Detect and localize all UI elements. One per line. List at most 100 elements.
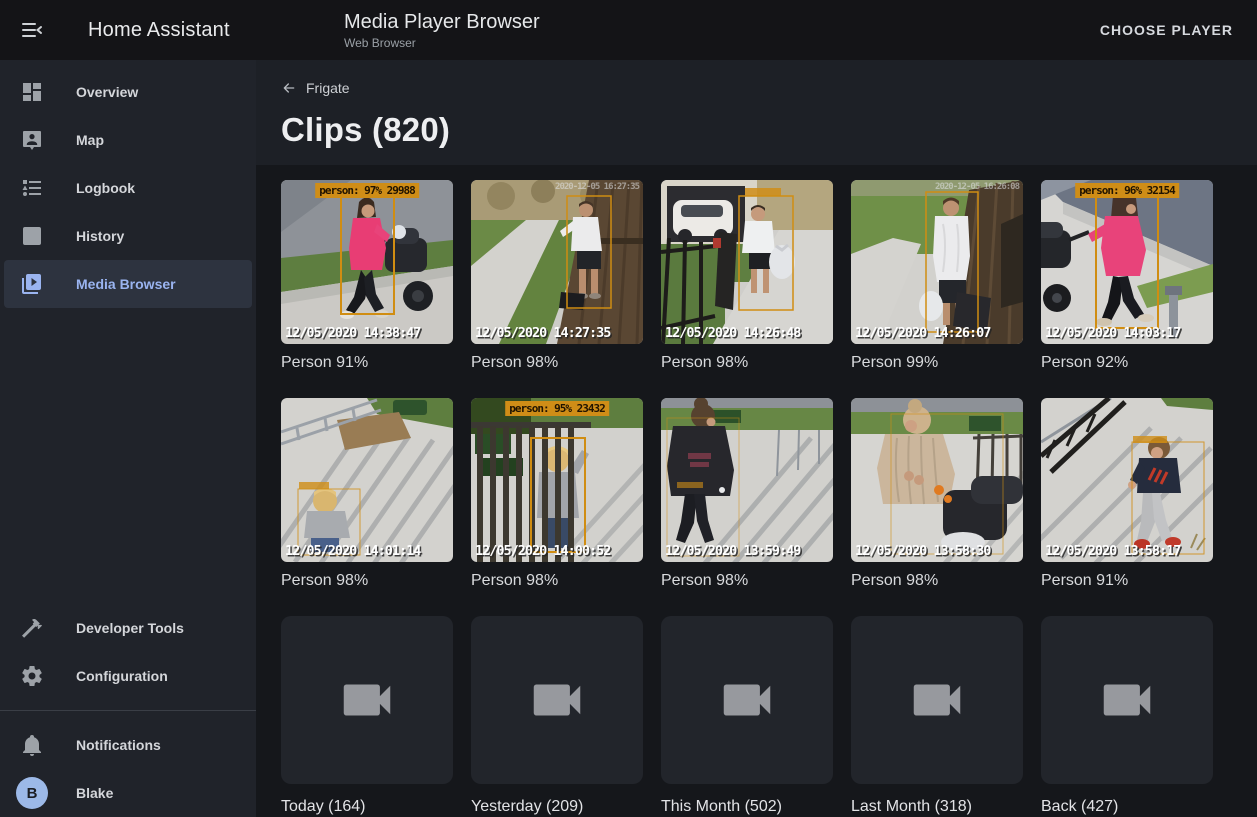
gear-icon	[20, 664, 44, 688]
sidebar-item-configuration[interactable]: Configuration	[4, 652, 252, 700]
account-location-icon	[20, 128, 44, 152]
osd-timestamp: 12/05/2020 14:00:52	[475, 543, 610, 559]
user-name: Blake	[76, 785, 113, 801]
osd-timestamp: 12/05/2020 14:01:14	[285, 543, 420, 559]
chart-box-icon	[20, 224, 44, 248]
clip-thumbnail[interactable]: person: 95% 23432 12/05/2020 14:00:52	[471, 398, 643, 562]
thumbnail-scene	[1041, 180, 1213, 344]
sidebar-item-notifications[interactable]: Notifications	[4, 721, 252, 769]
clip-card[interactable]: 12/05/2020 13:58:17 Person 91%	[1041, 398, 1213, 590]
folder-tile[interactable]	[661, 616, 833, 784]
media-browser-content: Frigate Clips (820)	[256, 60, 1257, 817]
clip-thumbnail[interactable]: 2020-12-05 16:27:35 12/05/2020 14:27:35	[471, 180, 643, 344]
clip-card[interactable]: 2020-12-05 16:27:35 12/05/2020 14:27:35 …	[471, 180, 643, 372]
sidebar: Overview Map Logbook History Media Brows…	[0, 60, 256, 817]
detection-label: person: 95% 23432	[505, 401, 609, 416]
clip-card[interactable]: 12/05/2020 13:58:30 Person 98%	[851, 398, 1023, 590]
osd-timestamp: 12/05/2020 14:03:17	[1045, 325, 1180, 341]
osd-timestamp: 12/05/2020 13:59:49	[665, 543, 800, 559]
format-list-bulleted-icon	[20, 176, 44, 200]
clip-card[interactable]: person: 95% 23432 12/05/2020 14:00:52 Pe…	[471, 398, 643, 590]
clip-title: Person 98%	[471, 571, 643, 590]
video-icon	[716, 669, 778, 731]
clip-thumbnail[interactable]: 12/05/2020 14:01:14	[281, 398, 453, 562]
osd-timestamp: 12/05/2020 13:58:30	[855, 543, 990, 559]
sidebar-item-logbook[interactable]: Logbook	[4, 164, 252, 212]
clip-title: Person 98%	[661, 571, 833, 590]
video-icon	[1096, 669, 1158, 731]
folder-tile[interactable]	[471, 616, 643, 784]
folder-tile[interactable]	[281, 616, 453, 784]
hammer-icon	[20, 616, 44, 640]
clip-card[interactable]: 12/05/2020 14:26:48 Person 98%	[661, 180, 833, 372]
osd-timestamp: 12/05/2020 14:38:47	[285, 325, 420, 341]
page-title: Clips (820)	[281, 111, 1233, 149]
play-box-multiple-icon	[20, 272, 44, 296]
video-icon	[526, 669, 588, 731]
thumbnail-scene	[1041, 398, 1213, 562]
app-bar: Home Assistant Media Player Browser Web …	[0, 0, 1257, 60]
sidebar-item-user[interactable]: B Blake	[4, 769, 252, 817]
thumbnail-scene	[661, 180, 833, 344]
detection-label: person: 96% 32154	[1075, 183, 1179, 198]
clip-card[interactable]: 2020-12-05 16:26:08 12/05/2020 14:26:07 …	[851, 180, 1023, 372]
thumbnail-scene	[661, 398, 833, 562]
clip-thumbnail[interactable]: 12/05/2020 13:58:30	[851, 398, 1023, 562]
folder-card-last-month[interactable]: Last Month (318)	[851, 616, 1023, 816]
menu-toggle-icon[interactable]	[20, 18, 44, 42]
thumbnail-scene	[471, 180, 643, 344]
clip-title: Person 98%	[661, 353, 833, 372]
folder-card-today[interactable]: Today (164)	[281, 616, 453, 816]
osd-top-timestamp: 2020-12-05 16:26:08	[935, 182, 1019, 192]
clip-card[interactable]: 12/05/2020 14:01:14 Person 98%	[281, 398, 453, 590]
folder-title: This Month (502)	[661, 797, 833, 816]
media-browser-title: Media Player Browser	[344, 10, 1090, 34]
clip-title: Person 91%	[281, 353, 453, 372]
home-assistant-app: Home Assistant Media Player Browser Web …	[0, 0, 1257, 817]
sidebar-item-developer-tools[interactable]: Developer Tools	[4, 604, 252, 652]
media-grid: person: 97% 29988 12/05/2020 14:38:47 Pe…	[256, 165, 1257, 816]
clip-card[interactable]: person: 96% 32154 12/05/2020 14:03:17 Pe…	[1041, 180, 1213, 372]
folder-tile[interactable]	[1041, 616, 1213, 784]
video-icon	[906, 669, 968, 731]
clip-thumbnail[interactable]: 12/05/2020 13:59:49	[661, 398, 833, 562]
osd-timestamp: 12/05/2020 14:27:35	[475, 325, 610, 341]
folder-title: Last Month (318)	[851, 797, 1023, 816]
choose-player-button[interactable]: CHOOSE PLAYER	[1090, 14, 1243, 46]
clip-thumbnail[interactable]: person: 96% 32154 12/05/2020 14:03:17	[1041, 180, 1213, 344]
sidebar-item-map[interactable]: Map	[4, 116, 252, 164]
app-bar-left: Home Assistant	[0, 18, 256, 42]
clip-thumbnail[interactable]: person: 97% 29988 12/05/2020 14:38:47	[281, 180, 453, 344]
clip-card[interactable]: person: 97% 29988 12/05/2020 14:38:47 Pe…	[281, 180, 453, 372]
clip-thumbnail[interactable]: 12/05/2020 14:26:48	[661, 180, 833, 344]
folder-title: Today (164)	[281, 797, 453, 816]
folder-title: Back (427)	[1041, 797, 1213, 816]
bell-icon	[20, 733, 44, 757]
folder-tile[interactable]	[851, 616, 1023, 784]
breadcrumb[interactable]: Frigate	[281, 80, 350, 96]
thumbnail-scene	[471, 398, 643, 562]
clip-card[interactable]: 12/05/2020 13:59:49 Person 98%	[661, 398, 833, 590]
media-browser-heading: Media Player Browser Web Browser	[256, 10, 1090, 51]
folder-title: Yesterday (209)	[471, 797, 643, 816]
back-arrow-icon	[281, 80, 297, 96]
sidebar-divider	[0, 710, 256, 711]
thumbnail-scene	[851, 180, 1023, 344]
clip-title: Person 91%	[1041, 571, 1213, 590]
folder-card-yesterday[interactable]: Yesterday (209)	[471, 616, 643, 816]
folder-card-this-month[interactable]: This Month (502)	[661, 616, 833, 816]
thumbnail-scene	[281, 398, 453, 562]
clip-thumbnail[interactable]: 12/05/2020 13:58:17	[1041, 398, 1213, 562]
view-dashboard-icon	[20, 80, 44, 104]
clip-title: Person 92%	[1041, 353, 1213, 372]
folder-card-back[interactable]: Back (427)	[1041, 616, 1213, 816]
clip-title: Person 98%	[281, 571, 453, 590]
osd-timestamp: 12/05/2020 13:58:17	[1045, 543, 1180, 559]
sidebar-spacer	[0, 308, 256, 604]
clip-title: Person 99%	[851, 353, 1023, 372]
sidebar-item-history[interactable]: History	[4, 212, 252, 260]
sidebar-item-overview[interactable]: Overview	[4, 68, 252, 116]
thumbnail-scene	[281, 180, 453, 344]
clip-thumbnail[interactable]: 2020-12-05 16:26:08 12/05/2020 14:26:07	[851, 180, 1023, 344]
sidebar-item-media-browser[interactable]: Media Browser	[4, 260, 252, 308]
